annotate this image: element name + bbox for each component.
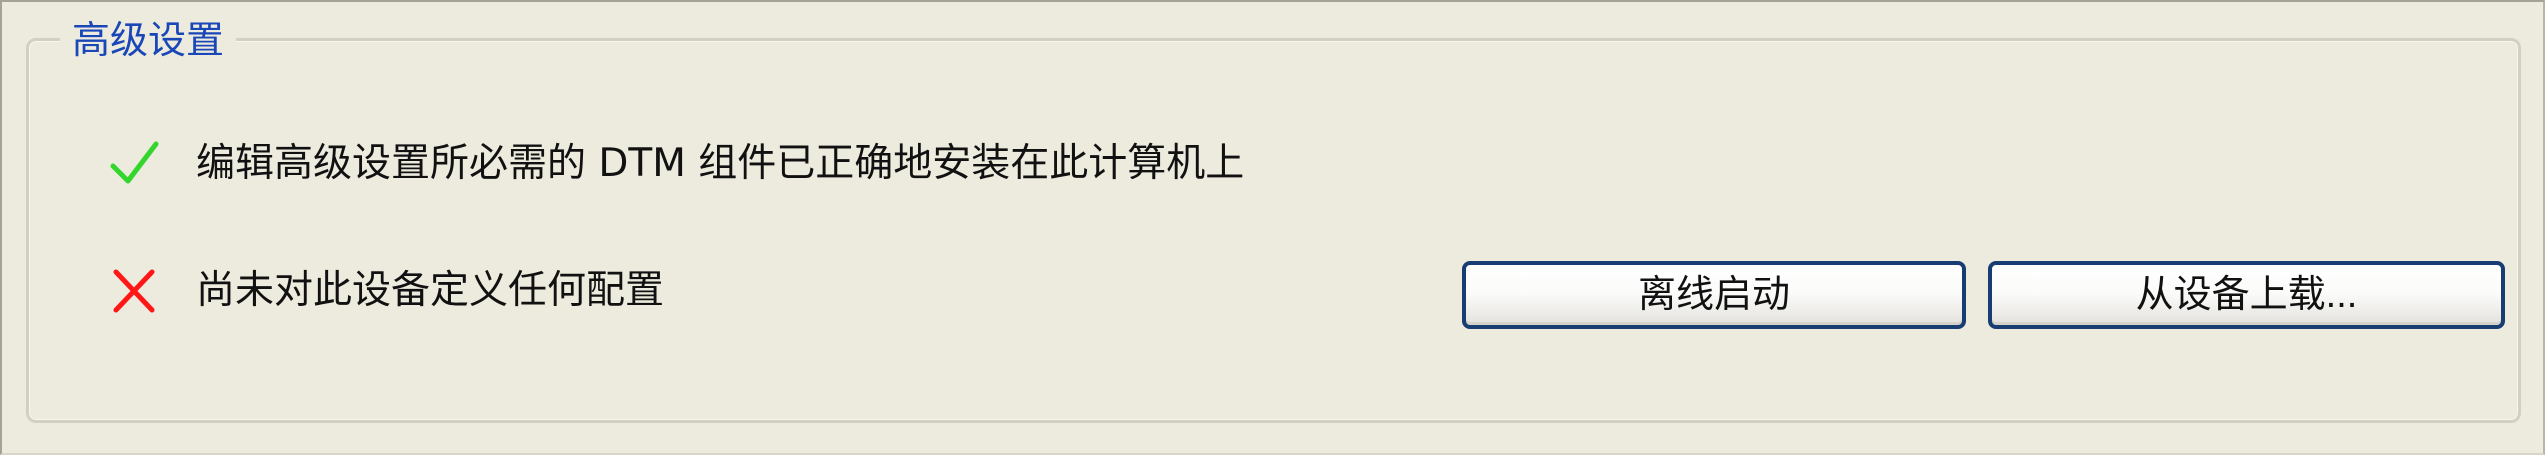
- offline-start-button[interactable]: 离线启动: [1462, 261, 1966, 329]
- upload-from-device-label: 从设备上载...: [2135, 274, 2358, 316]
- offline-start-label: 离线启动: [1637, 274, 1790, 316]
- group-title: 高级设置: [60, 14, 237, 66]
- cross-icon: [106, 263, 162, 319]
- no-configuration-message: 尚未对此设备定义任何配置: [196, 268, 665, 313]
- dtm-installed-status: 编辑高级设置所必需的 DTM 组件已正确地安装在此计算机上: [106, 132, 1244, 196]
- cross-icon-svg: [113, 269, 155, 313]
- check-icon-svg: [110, 141, 159, 184]
- check-icon: [106, 136, 162, 192]
- advanced-settings-panel: 高级设置 编辑高级设置所必需的 DTM 组件已正确地安装在此计算机上 尚未对此设…: [0, 0, 2545, 455]
- dtm-installed-message: 编辑高级设置所必需的 DTM 组件已正确地安装在此计算机上: [196, 141, 1245, 186]
- configuration-status: 尚未对此设备定义任何配置: [106, 259, 664, 323]
- upload-from-device-button[interactable]: 从设备上载...: [1988, 261, 2505, 329]
- advanced-settings-group: [26, 38, 2521, 423]
